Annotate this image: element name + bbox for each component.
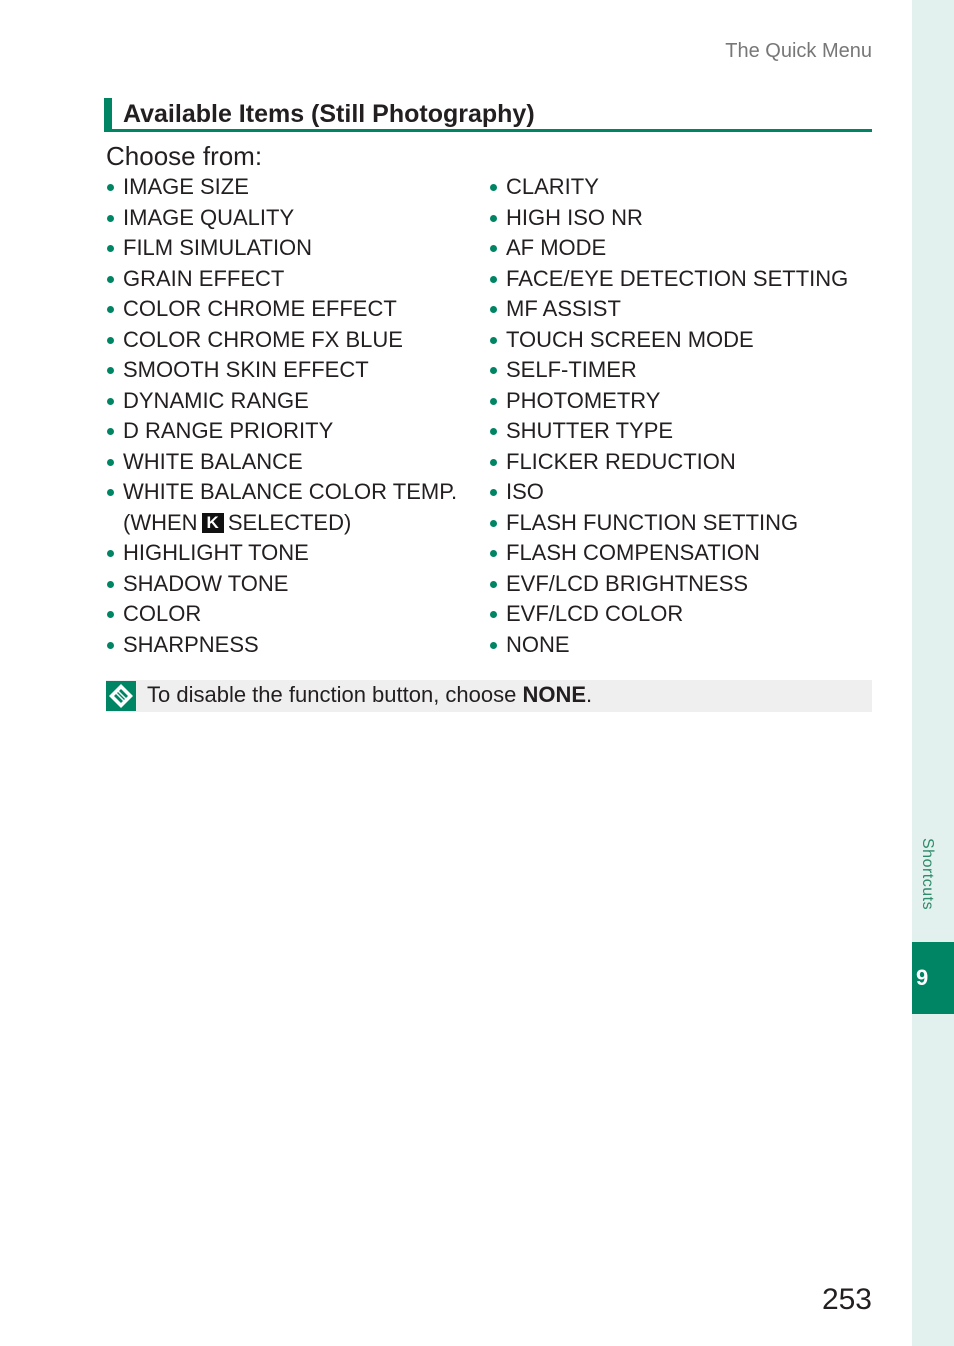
bullet-icon (107, 306, 114, 313)
intro-text: Choose from: (106, 141, 263, 171)
list-item: COLOR CHROME EFFECT (106, 294, 457, 325)
list-item: HIGHLIGHT TONE (106, 538, 457, 569)
bullet-icon (490, 214, 497, 222)
bullet-icon (490, 428, 497, 435)
list-item: FLICKER REDUCTION (489, 447, 848, 478)
bullet-icon (107, 611, 114, 618)
list-item: GRAIN EFFECT (106, 264, 457, 295)
bullet-icon (107, 275, 114, 283)
note-bold-value: NONE (522, 682, 587, 707)
side-strip (912, 0, 954, 1346)
bullet-icon (490, 580, 497, 588)
bullet-icon (490, 489, 497, 496)
list-item: IMAGE SIZE (106, 172, 457, 203)
list-item: EVF/LCD BRIGHTNESS (489, 569, 848, 600)
note-box: To disable the function button, choose N… (106, 680, 872, 712)
list-item: D RANGE PRIORITY (106, 416, 457, 447)
bullet-icon (107, 245, 114, 252)
note-text: To disable the function button, choose N… (147, 682, 593, 707)
list-item: MF ASSIST (489, 294, 848, 325)
section-heading: Available Items (Still Photography) (104, 98, 872, 132)
bullet-icon (107, 336, 114, 344)
bullet-icon (490, 397, 497, 405)
list-item: SHADOW TONE (106, 569, 457, 600)
bullet-icon (490, 306, 497, 313)
bullet-icon (490, 519, 497, 527)
bullet-icon (107, 641, 114, 649)
bullet-icon (490, 336, 497, 344)
bullet-icon (107, 580, 114, 588)
running-header: The Quick Menu (725, 40, 872, 62)
bullet-icon (490, 641, 497, 649)
list-item: FILM SIMULATION (106, 233, 457, 264)
list-item-wb-color-temp: WHITE BALANCE COLOR TEMP. (WHEN K SELECTED) (106, 477, 457, 538)
list-item: FACE/EYE DETECTION SETTING (489, 264, 848, 295)
list-item: IMAGE QUALITY (106, 203, 457, 234)
bullet-icon (490, 184, 497, 191)
bullet-icon (490, 275, 497, 283)
bullet-icon (490, 611, 497, 618)
section-heading-text: Available Items (Still Photography) (123, 100, 535, 128)
left-item-list: IMAGE SIZE IMAGE QUALITY FILM SIMULATION… (106, 172, 457, 660)
list-item: FLASH FUNCTION SETTING (489, 508, 848, 539)
list-item: SHARPNESS (106, 630, 457, 661)
list-item: SMOOTH SKIN EFFECT (106, 355, 457, 386)
right-item-list: CLARITY HIGH ISO NR AF MODE FACE/EYE DET… (489, 172, 848, 660)
chapter-number: 9 (916, 965, 929, 990)
list-item: HIGH ISO NR (489, 203, 848, 234)
bullet-icon (490, 367, 497, 374)
kelvin-icon: K (201, 512, 224, 533)
list-item: CLARITY (489, 172, 848, 203)
bullet-icon (490, 550, 497, 557)
bullet-icon (107, 428, 114, 435)
bullet-icon (107, 367, 114, 374)
list-item: COLOR (106, 599, 457, 630)
bullet-icon (490, 458, 497, 466)
list-item: DYNAMIC RANGE (106, 386, 457, 417)
bullet-icon (107, 397, 114, 405)
bullet-icon (107, 184, 114, 191)
list-item: COLOR CHROME FX BLUE (106, 325, 457, 356)
bullet-icon (107, 214, 114, 222)
list-item: WHITE BALANCE (106, 447, 457, 478)
chapter-tab[interactable]: 9 (912, 942, 954, 1014)
heading-accent-bar (104, 98, 112, 132)
list-item: NONE (489, 630, 848, 661)
chapter-label: Shortcuts (919, 838, 936, 911)
list-item: PHOTOMETRY (489, 386, 848, 417)
page-number: 253 (821, 1283, 872, 1316)
list-item: TOUCH SCREEN MODE (489, 325, 848, 356)
bullet-icon (490, 245, 497, 252)
list-item: FLASH COMPENSATION (489, 538, 848, 569)
note-icon (106, 681, 136, 711)
list-item: SELF-TIMER (489, 355, 848, 386)
list-item: EVF/LCD COLOR (489, 599, 848, 630)
bullet-icon (107, 458, 114, 466)
list-item: SHUTTER TYPE (489, 416, 848, 447)
list-item: ISO (489, 477, 848, 508)
bullet-icon (107, 489, 114, 496)
list-item: AF MODE (489, 233, 848, 264)
bullet-icon (107, 550, 114, 557)
